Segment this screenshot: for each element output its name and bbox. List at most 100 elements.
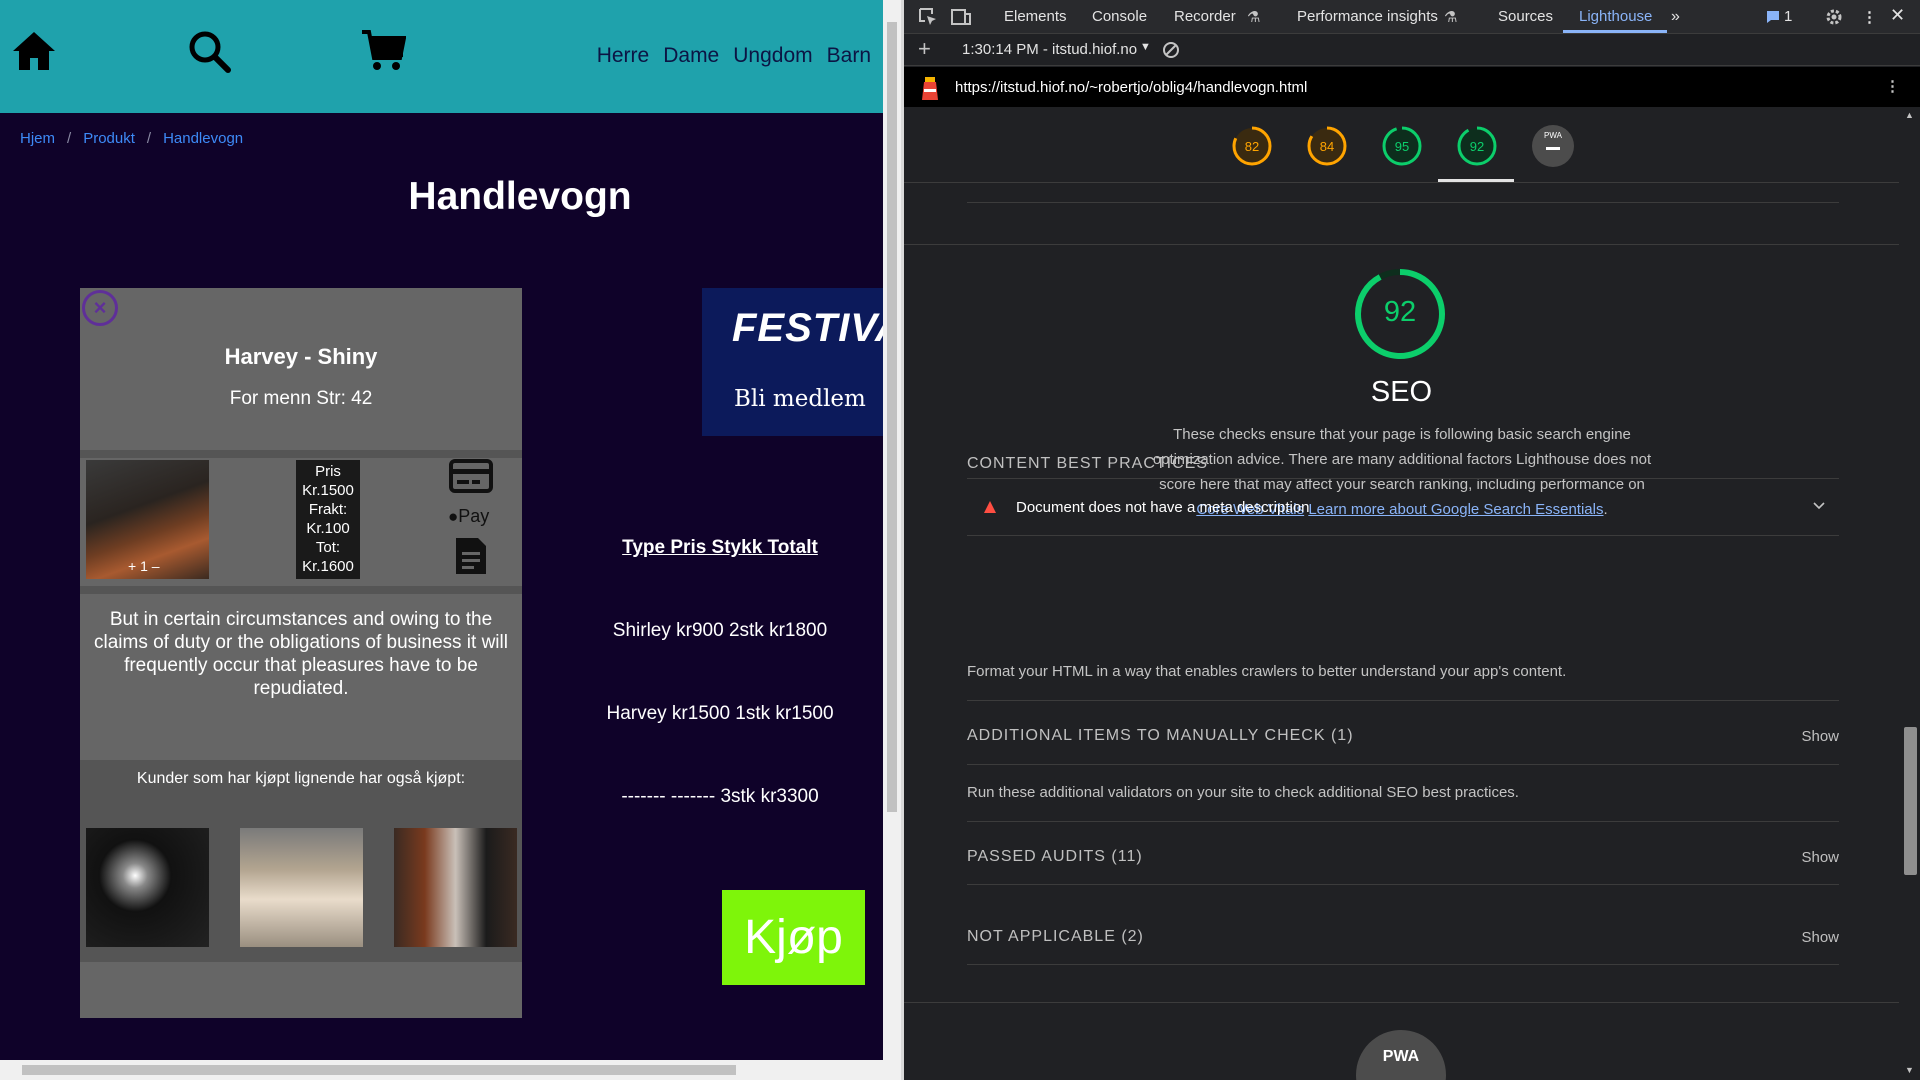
divider <box>967 764 1839 765</box>
cart-total-row: ------- ------- 3stk kr3300 <box>621 786 819 807</box>
section-passed-audits[interactable]: PASSED AUDITS (11) <box>967 848 1143 866</box>
nav-links: Herre Dame Ungdom Barn <box>597 44 871 68</box>
show-manual-checks-button[interactable]: Show <box>1801 728 1839 745</box>
website-viewport: Herre Dame Ungdom Barn Hjem / Produkt / Hand… <box>0 0 883 1080</box>
fail-triangle-icon <box>984 501 996 513</box>
score-gauge-label: 92 <box>1469 139 1485 154</box>
search-icon[interactable] <box>186 28 232 74</box>
divider <box>80 450 522 458</box>
divider <box>904 1002 1899 1003</box>
report-url-bar: https://itstud.hiof.no/~robertjo/oblig4/… <box>904 67 1920 107</box>
tab-recorder[interactable]: Recorder <box>1174 8 1236 25</box>
inspect-element-icon[interactable] <box>918 7 938 27</box>
recommended-product-image[interactable] <box>240 828 363 947</box>
tab-console[interactable]: Console <box>1092 8 1147 25</box>
tab-performance-insights[interactable]: Performance insights <box>1297 8 1438 25</box>
scrollbar-thumb[interactable] <box>1904 727 1917 875</box>
banner-title: FESTIVAL <box>732 306 883 350</box>
site-vertical-scrollbar[interactable] <box>883 0 901 1060</box>
cart-header: Type Pris Stykk Totalt <box>622 537 818 558</box>
breadcrumb-produkt[interactable]: Produkt <box>83 130 135 147</box>
scroll-up-icon[interactable]: ▲ <box>1905 110 1914 120</box>
site-navbar: Herre Dame Ungdom Barn <box>0 0 883 113</box>
lighthouse-toolbar: + 1:30:14 PM - itstud.hiof.no ▼ <box>904 34 1920 66</box>
price-box: Pris Kr.1500 Frakt: Kr.100 Tot: Kr.1600 <box>296 460 360 579</box>
page-title: Handlevogn <box>408 175 632 218</box>
device-toolbar-icon[interactable] <box>950 7 972 27</box>
more-tabs-icon[interactable]: » <box>1671 8 1680 26</box>
lighthouse-report-body: 92 SEO These checks ensure that your pag… <box>904 184 1899 1080</box>
banner-subtitle: Bli medlem <box>734 386 866 412</box>
festival-banner[interactable]: FESTIVAL Bli medlem <box>702 288 883 436</box>
show-not-applicable-button[interactable]: Show <box>1801 929 1839 946</box>
issues-icon[interactable] <box>1766 10 1780 24</box>
nav-link-ungdom[interactable]: Ungdom <box>733 44 812 68</box>
divider <box>904 244 1899 245</box>
credit-card-icon[interactable] <box>448 458 494 494</box>
group-description: Format your HTML in a way that enables c… <box>967 663 1567 680</box>
close-button[interactable]: × <box>82 290 118 326</box>
pwa-badge-label: PWA <box>1544 131 1562 140</box>
section-not-applicable[interactable]: NOT APPLICABLE (2) <box>967 928 1144 946</box>
audit-meta-description[interactable]: Document does not have a meta descriptio… <box>967 478 1839 536</box>
divider <box>967 700 1839 701</box>
pwa-dash-icon <box>1546 147 1560 150</box>
active-category-indicator <box>1438 179 1514 182</box>
cart-row: Harvey kr1500 1stk kr1500 <box>606 703 834 724</box>
report-menu-icon[interactable]: ⋮ <box>1885 77 1900 95</box>
clear-all-icon[interactable] <box>1162 41 1180 59</box>
breadcrumb-handlevogn[interactable]: Handlevogn <box>163 130 243 147</box>
home-icon[interactable] <box>11 28 57 74</box>
add-report-icon[interactable]: + <box>918 36 931 62</box>
audit-title: Document does not have a meta descriptio… <box>1016 499 1310 516</box>
tab-elements[interactable]: Elements <box>1004 8 1067 25</box>
score-gauge-label: 84 <box>1319 139 1335 154</box>
price-line: Tot: <box>315 539 341 556</box>
also-bought-section: Kunder som har kjøpt lignende har også k… <box>80 760 522 962</box>
product-card: × Harvey - Shiny For menn Str: 42 + 1 – … <box>80 288 522 1018</box>
apple-pay-icon[interactable]: ●Pay <box>448 506 489 527</box>
report-url[interactable]: https://itstud.hiof.no/~robertjo/oblig4/… <box>955 79 1307 96</box>
site-horizontal-scrollbar[interactable] <box>0 1060 901 1080</box>
flask-icon: ⚗ <box>1444 9 1458 26</box>
recommended-product-image[interactable] <box>394 828 517 947</box>
show-passed-audits-button[interactable]: Show <box>1801 849 1839 866</box>
devtools-vertical-scrollbar[interactable]: ▲ ▼ <box>1899 107 1920 1080</box>
manual-checks-description: Run these additional validators on your … <box>967 784 1519 801</box>
product-name: Harvey - Shiny <box>224 344 378 369</box>
divider <box>967 821 1839 822</box>
tab-sources[interactable]: Sources <box>1498 8 1553 25</box>
nav-link-barn[interactable]: Barn <box>827 44 871 68</box>
cart-icon[interactable] <box>360 28 406 74</box>
settings-gear-icon[interactable] <box>1824 7 1844 27</box>
dropdown-arrow-icon[interactable]: ▼ <box>1140 41 1151 53</box>
report-selector[interactable]: 1:30:14 PM - itstud.hiof.no <box>962 41 1137 58</box>
divider <box>967 202 1839 203</box>
nav-link-herre[interactable]: Herre <box>597 44 650 68</box>
tab-lighthouse[interactable]: Lighthouse <box>1579 8 1652 25</box>
section-manual-checks[interactable]: ADDITIONAL ITEMS TO MANUALLY CHECK (1) <box>967 727 1354 745</box>
breadcrumb-hjem[interactable]: Hjem <box>20 130 55 147</box>
score-gauge-label: 82 <box>1244 139 1260 154</box>
divider <box>967 964 1839 965</box>
quantity-stepper[interactable]: + 1 – <box>128 558 160 574</box>
recommended-product-image[interactable] <box>86 828 209 947</box>
price-line: Kr.1500 <box>302 482 354 499</box>
devtools-tab-bar: Elements Console Recorder ⚗ Performance … <box>904 0 1920 34</box>
chevron-down-icon[interactable] <box>1813 501 1825 511</box>
buy-button[interactable]: Kjøp <box>722 890 865 985</box>
product-long-text: But in certain circumstances and owing t… <box>94 609 508 699</box>
score-summary: 82 84 95 92 PWA <box>904 107 1920 183</box>
invoice-icon[interactable] <box>448 536 494 576</box>
divider <box>80 586 522 594</box>
devtools-panel: Elements Console Recorder ⚗ Performance … <box>904 0 1920 1080</box>
nav-link-dame[interactable]: Dame <box>663 44 719 68</box>
also-bought-label: Kunder som har kjøpt lignende har også k… <box>136 770 466 787</box>
apple-pay-label: Pay <box>458 506 490 526</box>
price-line: Kr.1600 <box>302 558 354 575</box>
score-gauge-pwa[interactable]: PWA <box>1532 125 1574 167</box>
close-devtools-icon[interactable]: ✕ <box>1890 5 1905 26</box>
scroll-down-icon[interactable]: ▼ <box>1905 1065 1914 1075</box>
kebab-menu-icon[interactable]: ⋮ <box>1862 8 1877 26</box>
active-tab-indicator <box>1563 30 1667 33</box>
